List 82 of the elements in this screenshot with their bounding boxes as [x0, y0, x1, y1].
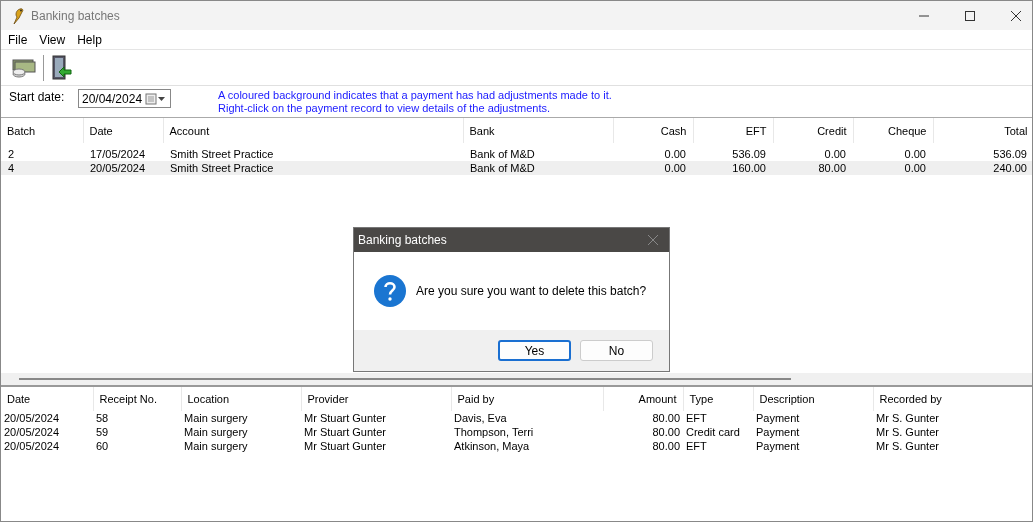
table-cell: Smith Street Practice	[163, 147, 463, 161]
close-icon[interactable]	[1010, 9, 1022, 22]
table-cell: EFT	[683, 411, 753, 425]
dialog-button[interactable]: No	[580, 340, 653, 361]
table-cell: 2	[1, 147, 83, 161]
start-date-label: Start date:	[9, 90, 66, 104]
table-cell: Payment	[753, 411, 873, 425]
table-cell-text: 20/05/2024	[3, 439, 61, 453]
column-header[interactable]: Account	[163, 118, 463, 143]
column-header[interactable]: Amount	[603, 387, 683, 411]
dialog-message: Are you sure you want to delete this batch?	[416, 284, 647, 298]
table-cell-text: Main surgery	[183, 425, 249, 439]
table-cell-text: EFT	[685, 439, 708, 453]
column-header[interactable]: Description	[753, 387, 873, 411]
table-cell-text: Mr Stuart Gunter	[303, 439, 387, 453]
column-header[interactable]: Total	[933, 118, 1032, 143]
column-header[interactable]: Batch	[1, 118, 83, 143]
table-cell: 0.00	[853, 161, 933, 175]
date-field[interactable]: 20/04/2024	[78, 89, 171, 108]
table-cell-text: Payment	[755, 439, 801, 453]
table-cell: 0.00	[853, 147, 933, 161]
table-cell: 4	[1, 161, 83, 175]
table-cell: 20/05/2024	[83, 161, 163, 175]
column-header[interactable]: Recorded by	[873, 387, 1032, 411]
table-cell: Mr S. Gunter	[873, 411, 1032, 425]
table-cell-text: 59	[95, 425, 110, 439]
menu-item[interactable]: Help	[73, 32, 106, 47]
window-title: Banking batches	[31, 8, 120, 23]
column-header[interactable]: Receipt No.	[93, 387, 181, 411]
notice-text: Right-click on the payment record to view details of the adjustments.	[218, 102, 551, 115]
table-cell: 536.09	[693, 147, 773, 161]
exit-door-icon[interactable]	[50, 54, 72, 81]
table-cell: 536.09	[933, 147, 1032, 161]
table-cell: 0.00	[773, 147, 853, 161]
column-header[interactable]: Cash	[613, 118, 693, 143]
scrollbar[interactable]	[19, 378, 791, 380]
table-cell-text: Thompson, Terri	[453, 425, 535, 439]
table-cell: 240.00	[933, 161, 1032, 175]
column-header[interactable]: Cheque	[853, 118, 933, 143]
table-cell-text: Mr S. Gunter	[875, 425, 940, 439]
column-header[interactable]: Date	[83, 118, 163, 143]
bird-icon	[11, 6, 25, 25]
table-cell-text: Credit card	[685, 425, 741, 439]
table-cell: Bank of M&D	[463, 147, 613, 161]
table-cell: Davis, Eva	[451, 411, 603, 425]
column-header[interactable]: Paid by	[451, 387, 603, 411]
table-cell: 17/05/2024	[83, 147, 163, 161]
table-cell: 20/05/2024	[1, 411, 93, 425]
table-cell-text: 80.00	[651, 439, 681, 453]
table-cell-text: Atkinson, Maya	[453, 439, 531, 453]
table-cell: 0.00	[613, 147, 693, 161]
table-cell: Main surgery	[181, 411, 301, 425]
dialog-title: Banking batches	[358, 233, 447, 247]
question-icon	[374, 275, 406, 307]
table-cell: 80.00	[603, 411, 683, 425]
column-header[interactable]: Provider	[301, 387, 451, 411]
calendar-icon[interactable]	[145, 92, 167, 105]
column-header[interactable]: Location	[181, 387, 301, 411]
table-cell: 80.00	[773, 161, 853, 175]
column-header[interactable]: EFT	[693, 118, 773, 143]
table-cell: Bank of M&D	[463, 161, 613, 175]
table-cell: Mr Stuart Gunter	[301, 411, 451, 425]
column-header[interactable]: Date	[1, 387, 93, 411]
dialog-button[interactable]: Yes	[498, 340, 571, 361]
table-cell-text: Mr S. Gunter	[875, 439, 940, 453]
maximize-icon[interactable]	[964, 9, 976, 22]
column-header[interactable]: Type	[683, 387, 753, 411]
column-header[interactable]: Bank	[463, 118, 613, 143]
table-cell-text: Main surgery	[183, 439, 249, 453]
table-cell-text: Mr Stuart Gunter	[303, 425, 387, 439]
menu-item[interactable]: View	[35, 32, 70, 47]
table-cell-text: 80.00	[651, 425, 681, 439]
table-cell: Smith Street Practice	[163, 161, 463, 175]
table-cell-text: 60	[95, 439, 110, 453]
table-cell-text: 20/05/2024	[3, 425, 61, 439]
table-cell: 0.00	[613, 161, 693, 175]
table-cell: 160.00	[693, 161, 773, 175]
column-header[interactable]: Credit	[773, 118, 853, 143]
notice-text: A coloured background indicates that a payment has had adjustments made to it.	[218, 89, 612, 102]
menu-item[interactable]: File	[4, 32, 32, 47]
table-cell: 58	[93, 411, 181, 425]
table-cell-text: Payment	[755, 425, 801, 439]
